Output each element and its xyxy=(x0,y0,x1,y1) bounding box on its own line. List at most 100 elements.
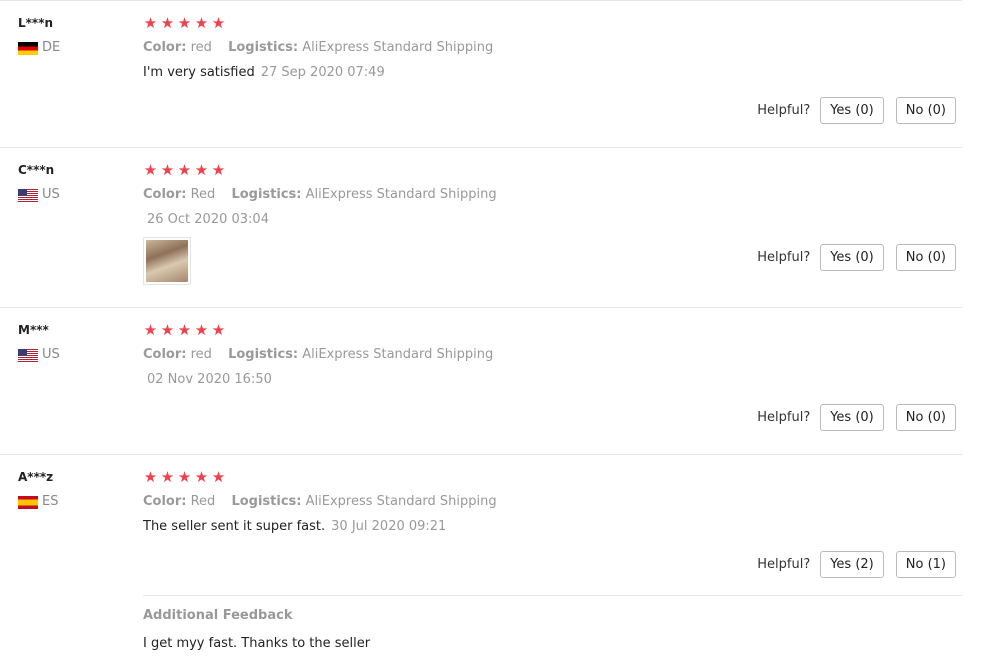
helpful-yes-button[interactable]: Yes (0) xyxy=(820,404,884,431)
helpful-section: Helpful? Yes (0) No (0) xyxy=(757,244,956,271)
star-icon: ★ xyxy=(177,468,192,486)
star-icon: ★ xyxy=(143,468,158,486)
country-code: ES xyxy=(42,494,59,509)
country-code: DE xyxy=(42,40,61,55)
helpful-yes-button[interactable]: Yes (0) xyxy=(820,244,884,271)
reviewer-country: ES xyxy=(18,495,128,509)
star-icon: ★ xyxy=(211,468,226,486)
germany-flag-icon xyxy=(18,41,38,55)
star-rating: ★ ★ ★ ★ ★ xyxy=(143,162,962,178)
reviewer-country: US xyxy=(18,348,128,362)
review-text-row: 26 Oct 2020 03:04 xyxy=(143,211,962,229)
additional-feedback: Additional Feedback I get myy fast. Than… xyxy=(143,595,962,652)
star-icon: ★ xyxy=(143,321,158,339)
reviewer-info: A***z ES xyxy=(18,469,128,509)
review-content: ★ ★ ★ ★ ★ Color: red Logistics: AliExpre… xyxy=(143,322,962,389)
review-content: ★ ★ ★ ★ ★ Color: Red Logistics: AliExpre… xyxy=(143,469,962,536)
review-content: ★ ★ ★ ★ ★ Color: red Logistics: AliExpre… xyxy=(143,15,962,82)
helpful-label: Helpful? xyxy=(757,250,811,265)
color-value: red xyxy=(190,347,212,362)
star-icon: ★ xyxy=(211,321,226,339)
additional-feedback-text: I get myy fast. Thanks to the seller xyxy=(143,636,371,651)
review-text: I'm very satisfied xyxy=(143,65,255,80)
usa-flag-icon xyxy=(18,348,38,362)
helpful-label: Helpful? xyxy=(757,410,811,425)
star-icon: ★ xyxy=(177,321,192,339)
star-rating: ★ ★ ★ ★ ★ xyxy=(143,15,962,31)
color-label: Color: xyxy=(143,494,187,509)
helpful-no-button[interactable]: No (0) xyxy=(895,404,956,431)
logistics-value: AliExpress Standard Shipping xyxy=(305,494,497,509)
review-date: 26 Oct 2020 03:04 xyxy=(147,212,269,227)
reviewer-country: US xyxy=(18,188,128,202)
helpful-section: Helpful? Yes (0) No (0) xyxy=(757,97,956,124)
reviewer-country: DE xyxy=(18,41,128,55)
color-value: Red xyxy=(190,187,216,202)
color-label: Color: xyxy=(143,187,187,202)
logistics-value: AliExpress Standard Shipping xyxy=(302,40,494,55)
logistics-label: Logistics: xyxy=(231,187,302,202)
review-text-row: The seller sent it super fast. 30 Jul 202… xyxy=(143,518,962,536)
star-icon: ★ xyxy=(211,14,226,32)
helpful-section: Helpful? Yes (2) No (1) xyxy=(757,551,956,578)
color-label: Color: xyxy=(143,347,187,362)
star-icon: ★ xyxy=(160,468,175,486)
star-icon: ★ xyxy=(194,468,209,486)
review-text: The seller sent it super fast. xyxy=(143,519,326,534)
reviewer-info: L***n DE xyxy=(18,15,128,55)
star-icon: ★ xyxy=(194,14,209,32)
review-item: M*** US ★ ★ ★ ★ ★ Color: red Logistics: … xyxy=(0,308,962,455)
star-rating: ★ ★ ★ ★ ★ xyxy=(143,322,962,338)
reviewer-info: C***n US xyxy=(18,162,128,202)
helpful-no-button[interactable]: No (1) xyxy=(895,551,956,578)
review-attributes: Color: red Logistics: AliExpress Standar… xyxy=(143,39,962,57)
country-code: US xyxy=(42,347,60,362)
review-attributes: Color: Red Logistics: AliExpress Standar… xyxy=(143,493,962,511)
review-date: 02 Nov 2020 16:50 xyxy=(147,372,272,387)
star-icon: ★ xyxy=(211,161,226,179)
helpful-no-button[interactable]: No (0) xyxy=(895,97,956,124)
star-icon: ★ xyxy=(194,161,209,179)
logistics-label: Logistics: xyxy=(228,347,299,362)
helpful-yes-button[interactable]: Yes (2) xyxy=(820,551,884,578)
review-item: L***n DE ★ ★ ★ ★ ★ Color: red Logistics:… xyxy=(0,1,962,148)
review-attributes: Color: red Logistics: AliExpress Standar… xyxy=(143,346,962,364)
review-item: C***n US ★ ★ ★ ★ ★ Color: Red Logistics:… xyxy=(0,148,962,308)
reviewer-info: M*** US xyxy=(18,322,128,362)
color-label: Color: xyxy=(143,40,187,55)
helpful-label: Helpful? xyxy=(757,557,811,572)
reviewer-name: L***n xyxy=(18,16,54,30)
logistics-value: AliExpress Standard Shipping xyxy=(305,187,497,202)
review-photo-thumbnail[interactable] xyxy=(143,237,191,285)
star-icon: ★ xyxy=(143,14,158,32)
review-attributes: Color: Red Logistics: AliExpress Standar… xyxy=(143,186,962,204)
logistics-label: Logistics: xyxy=(231,494,302,509)
star-icon: ★ xyxy=(177,161,192,179)
review-photo xyxy=(146,240,188,282)
review-text-row: 02 Nov 2020 16:50 xyxy=(143,371,962,389)
review-date: 30 Jul 2020 09:21 xyxy=(331,519,447,534)
logistics-label: Logistics: xyxy=(228,40,299,55)
star-icon: ★ xyxy=(143,161,158,179)
helpful-section: Helpful? Yes (0) No (0) xyxy=(757,404,956,431)
color-value: red xyxy=(190,40,212,55)
review-text-row: I'm very satisfied 27 Sep 2020 07:49 xyxy=(143,64,962,82)
country-code: US xyxy=(42,187,60,202)
spain-flag-icon xyxy=(18,495,38,509)
helpful-label: Helpful? xyxy=(757,103,811,118)
star-icon: ★ xyxy=(160,14,175,32)
star-icon: ★ xyxy=(177,14,192,32)
star-rating: ★ ★ ★ ★ ★ xyxy=(143,469,962,485)
reviewer-name: A***z xyxy=(18,470,54,484)
reviewer-name: M*** xyxy=(18,323,49,337)
reviewer-name: C***n xyxy=(18,163,55,177)
helpful-yes-button[interactable]: Yes (0) xyxy=(820,97,884,124)
logistics-value: AliExpress Standard Shipping xyxy=(302,347,494,362)
color-value: Red xyxy=(190,494,216,509)
star-icon: ★ xyxy=(194,321,209,339)
additional-feedback-title: Additional Feedback xyxy=(143,608,293,623)
star-icon: ★ xyxy=(160,161,175,179)
usa-flag-icon xyxy=(18,188,38,202)
review-date: 27 Sep 2020 07:49 xyxy=(260,65,385,80)
helpful-no-button[interactable]: No (0) xyxy=(895,244,956,271)
